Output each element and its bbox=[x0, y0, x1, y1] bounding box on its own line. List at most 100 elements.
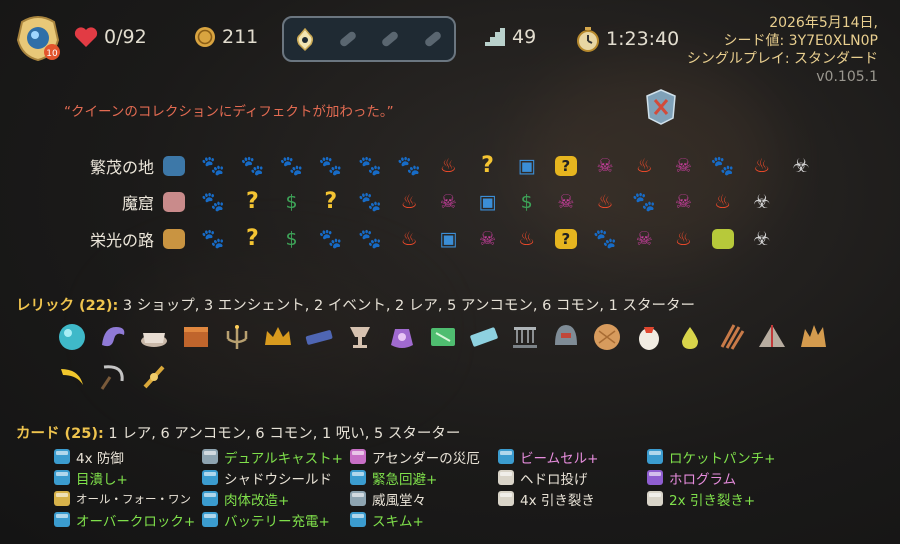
card-entry[interactable]: スキム+ bbox=[350, 509, 480, 530]
card-entry[interactable]: 4x 引き裂き bbox=[498, 488, 598, 509]
shop-node-icon[interactable]: $ bbox=[513, 190, 541, 214]
fire-node-icon[interactable]: ♨ bbox=[395, 190, 423, 214]
enemy-node-icon[interactable]: 🐾 bbox=[238, 154, 266, 178]
cradle-relic-icon[interactable] bbox=[507, 318, 543, 354]
potion-slot-filled-icon[interactable] bbox=[292, 26, 318, 52]
enemy-node-icon[interactable]: 🐾 bbox=[356, 154, 384, 178]
fire-node-icon[interactable]: ♨ bbox=[669, 227, 697, 251]
enemy-node-icon[interactable]: 🐾 bbox=[709, 154, 737, 178]
enemy-node-icon[interactable]: 🐾 bbox=[356, 227, 384, 251]
card-entry[interactable]: 4x 防御 bbox=[54, 446, 195, 467]
card-entry[interactable]: ロケットパンチ+ bbox=[647, 446, 776, 467]
map-relic-icon[interactable] bbox=[425, 318, 461, 354]
fire-node-icon[interactable]: ♨ bbox=[591, 190, 619, 214]
elite-node-icon[interactable]: ☠ bbox=[474, 227, 502, 251]
start-gold-node-icon[interactable] bbox=[160, 227, 188, 251]
orb-relic-icon[interactable] bbox=[54, 318, 90, 354]
vajra-relic-icon[interactable] bbox=[136, 358, 172, 394]
serpent-relic-icon[interactable] bbox=[95, 318, 131, 354]
elite-node-icon[interactable]: ☠ bbox=[552, 190, 580, 214]
fire-node-icon[interactable]: ♨ bbox=[630, 154, 658, 178]
sickle-relic-icon[interactable] bbox=[95, 358, 131, 394]
candelabra-relic-icon[interactable] bbox=[219, 318, 255, 354]
elite-node-icon[interactable]: ☠ bbox=[591, 154, 619, 178]
enemy-node-icon[interactable]: 🐾 bbox=[630, 190, 658, 214]
card-entry[interactable]: デュアルキャスト+ bbox=[202, 446, 343, 467]
potion-slot-empty-icon[interactable] bbox=[420, 26, 446, 52]
fire-node-icon[interactable]: ♨ bbox=[709, 190, 737, 214]
fire-node-icon[interactable]: ♨ bbox=[395, 227, 423, 251]
enemy-node-icon[interactable]: 🐾 bbox=[591, 227, 619, 251]
enemy-node-icon[interactable]: 🐾 bbox=[278, 154, 306, 178]
potion-slot-empty-icon[interactable] bbox=[377, 26, 403, 52]
card-column: 4x 防御 目潰し+ オール・フォー・ワン オーバークロック+ bbox=[54, 446, 195, 530]
elite-node-icon[interactable]: ☠ bbox=[669, 154, 697, 178]
shop-node-icon[interactable]: $ bbox=[278, 227, 306, 251]
tent-relic-icon[interactable] bbox=[754, 318, 790, 354]
pear-relic-icon[interactable] bbox=[672, 318, 708, 354]
chest-node-icon[interactable]: ▣ bbox=[513, 154, 541, 178]
tea-relic-icon[interactable] bbox=[136, 318, 172, 354]
question-node-icon[interactable]: ? bbox=[238, 190, 266, 214]
card-entry[interactable]: 緊急回避+ bbox=[350, 467, 480, 488]
card-entry[interactable]: 肉体改造+ bbox=[202, 488, 343, 509]
enemy-node-icon[interactable]: 🐾 bbox=[317, 154, 345, 178]
character-portrait[interactable]: 10 bbox=[14, 12, 62, 62]
card-entry[interactable]: オーバークロック+ bbox=[54, 509, 195, 530]
card-entry[interactable]: ビームセル+ bbox=[498, 446, 598, 467]
card-entry[interactable]: 威風堂々 bbox=[350, 488, 480, 509]
boss-node-icon[interactable]: ☣ bbox=[748, 227, 776, 251]
fire-node-icon[interactable]: ♨ bbox=[748, 154, 776, 178]
crown-relic-icon[interactable] bbox=[260, 318, 296, 354]
fire-node-icon[interactable]: ♨ bbox=[434, 154, 462, 178]
card-type-icon bbox=[202, 491, 218, 506]
chest-node-icon[interactable]: ▣ bbox=[434, 227, 462, 251]
boss-node-icon[interactable]: ☣ bbox=[748, 190, 776, 214]
claw-relic-icon[interactable] bbox=[713, 318, 749, 354]
elite-node-icon[interactable]: ☠ bbox=[669, 190, 697, 214]
fire-node-icon[interactable]: ♨ bbox=[513, 227, 541, 251]
enemy-node-icon[interactable]: 🐾 bbox=[199, 190, 227, 214]
bird-relic-icon[interactable] bbox=[631, 318, 667, 354]
card-entry[interactable]: 目潰し+ bbox=[54, 467, 195, 488]
enemy-node-icon[interactable]: 🐾 bbox=[199, 227, 227, 251]
card-entry[interactable]: 2x 引き裂き+ bbox=[647, 488, 776, 509]
goblet-relic-icon[interactable] bbox=[342, 318, 378, 354]
enemy-node-icon[interactable]: 🐾 bbox=[356, 190, 384, 214]
potion-slot-empty-icon[interactable] bbox=[335, 26, 361, 52]
timer-stat: 1:23:40 bbox=[576, 26, 679, 52]
helmet-relic-icon[interactable] bbox=[548, 318, 584, 354]
boss-node-icon[interactable]: ☣ bbox=[787, 154, 815, 178]
card-entry[interactable]: ヘドロ投げ bbox=[498, 467, 598, 488]
card-entry[interactable]: ホログラム bbox=[647, 467, 776, 488]
question-node-icon[interactable]: ? bbox=[317, 190, 345, 214]
ticket-relic-icon[interactable] bbox=[466, 318, 502, 354]
card-name: 緊急回避+ bbox=[372, 471, 438, 488]
cards-label: カード (25): bbox=[16, 426, 104, 442]
cookie-relic-icon[interactable] bbox=[589, 318, 625, 354]
enemy-node-icon[interactable]: 🐾 bbox=[199, 154, 227, 178]
banana-relic-icon[interactable] bbox=[54, 358, 90, 394]
card-entry[interactable]: オール・フォー・ワン bbox=[54, 488, 195, 509]
chest-node-icon[interactable]: ▣ bbox=[474, 190, 502, 214]
start-pink-node-icon[interactable] bbox=[160, 190, 188, 214]
card-entry[interactable]: シャドウシールド bbox=[202, 467, 343, 488]
enemy-node-icon[interactable]: 🐾 bbox=[395, 154, 423, 178]
elite-node-icon[interactable]: ☠ bbox=[630, 227, 658, 251]
shop-node-icon[interactable]: $ bbox=[278, 190, 306, 214]
card-entry[interactable]: アセンダーの災厄 bbox=[350, 446, 480, 467]
box-relic-icon[interactable] bbox=[178, 318, 214, 354]
question-node-icon[interactable]: ? bbox=[238, 227, 266, 251]
question-box-node-icon[interactable]: ? bbox=[552, 227, 580, 251]
pouch-relic-icon[interactable] bbox=[384, 318, 420, 354]
question-box-node-icon[interactable]: ? bbox=[552, 154, 580, 178]
card-entry[interactable]: バッテリー充電+ bbox=[202, 509, 343, 530]
start-blue-node-icon[interactable] bbox=[160, 154, 188, 178]
card-name: 4x 引き裂き bbox=[520, 492, 595, 509]
elite-node-icon[interactable]: ☠ bbox=[434, 190, 462, 214]
question-node-icon[interactable]: ? bbox=[474, 154, 502, 178]
tray-relic-icon[interactable] bbox=[301, 318, 337, 354]
enemy-node-icon[interactable]: 🐾 bbox=[317, 227, 345, 251]
crystal-relic-icon[interactable] bbox=[795, 318, 831, 354]
boss-green-node-icon[interactable] bbox=[709, 227, 737, 251]
